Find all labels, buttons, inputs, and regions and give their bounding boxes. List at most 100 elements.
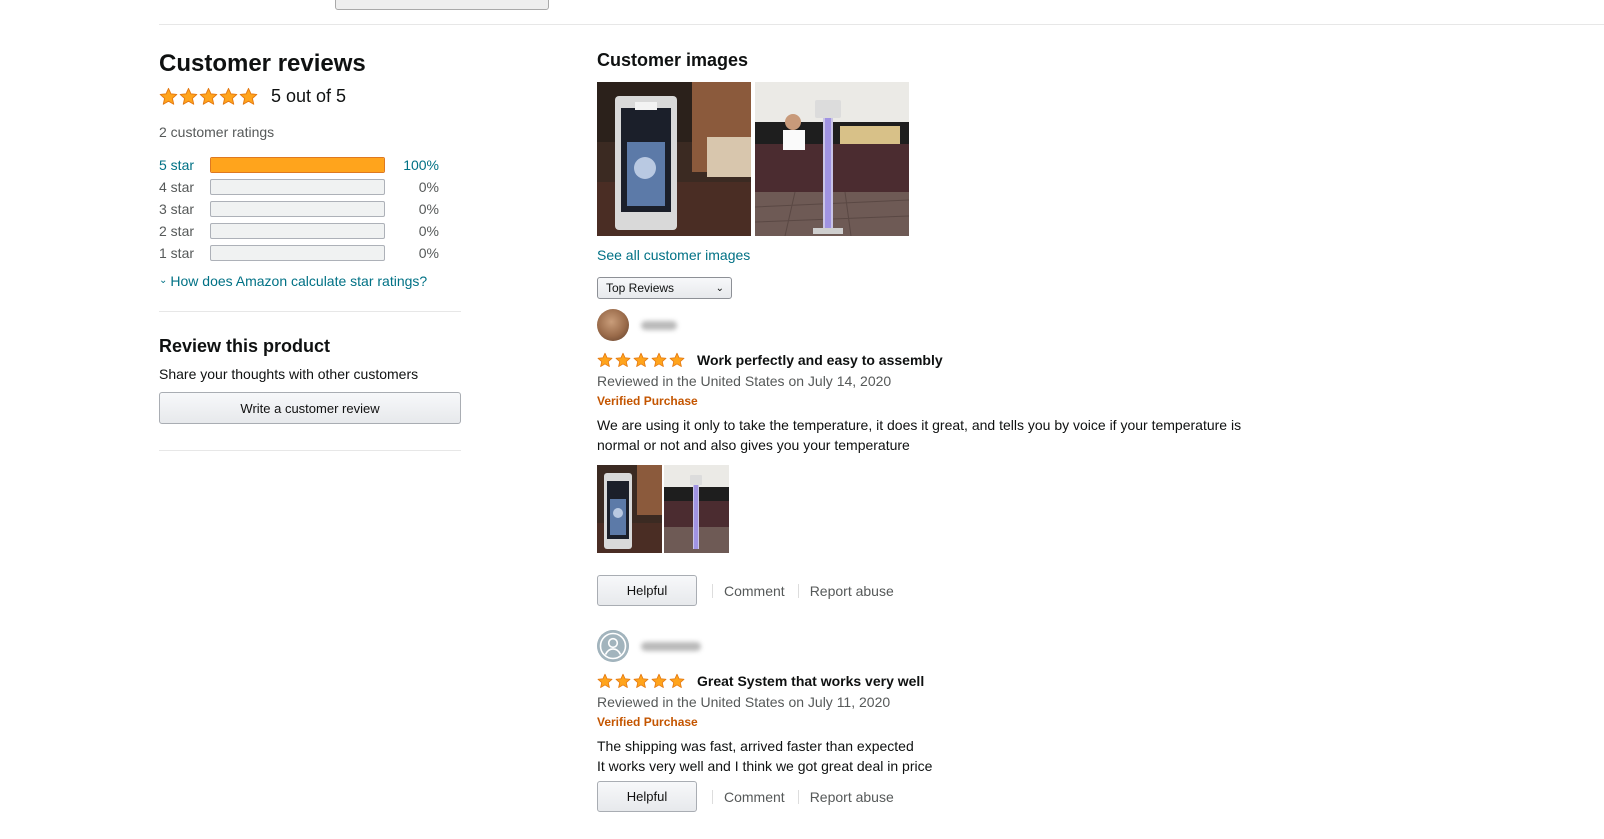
- review-this-product-heading: Review this product: [159, 336, 331, 356]
- review-item: Great System that works very well Review…: [597, 630, 1297, 812]
- review-date: Reviewed in the United States on July 11…: [597, 694, 891, 710]
- reviews-main: Customer images See all customer images …: [597, 48, 1297, 812]
- default-user-icon: [597, 630, 629, 662]
- histogram-label: 3 star: [159, 201, 195, 217]
- histogram-percent: 0%: [418, 201, 439, 217]
- review-image-kiosk-stand[interactable]: [664, 465, 729, 553]
- divider: [159, 450, 461, 451]
- rating-histogram: 5 star 100% 4 star 0% 3 star 0% 2 star 0…: [159, 154, 461, 264]
- star-icon: [651, 673, 667, 689]
- verified-purchase-badge: Verified Purchase: [597, 715, 698, 729]
- five-star-rating-icon: [597, 352, 687, 368]
- report-abuse-link[interactable]: Report abuse: [810, 789, 894, 805]
- histogram-label[interactable]: 5 star: [159, 157, 210, 173]
- histogram-percent: 0%: [418, 245, 439, 261]
- histogram-bar-fill: [211, 158, 384, 172]
- review-body-line: It works very well and I think we got gr…: [597, 758, 933, 774]
- star-icon: [633, 352, 649, 368]
- comment-link[interactable]: Comment: [724, 583, 785, 599]
- histogram-label: 4 star: [159, 179, 195, 195]
- review-actions: Helpful Comment Report abuse: [597, 575, 1297, 606]
- five-star-rating-icon[interactable]: [159, 87, 259, 106]
- divider: [159, 311, 461, 312]
- divider: [712, 789, 713, 804]
- chevron-down-icon: ⌄: [159, 274, 168, 286]
- avatar: [597, 630, 629, 662]
- histogram-bar[interactable]: [210, 157, 385, 173]
- histogram-row-5-star[interactable]: 5 star 100%: [159, 154, 461, 176]
- divider: [712, 583, 713, 598]
- reviewer-profile[interactable]: [597, 630, 1297, 662]
- verified-purchase-badge: Verified Purchase: [597, 394, 698, 408]
- review-title-line: Work perfectly and easy to assembly: [597, 350, 1297, 370]
- review-date: Reviewed in the United States on July 14…: [597, 373, 892, 389]
- customer-image-kiosk-stand[interactable]: [755, 82, 909, 236]
- review-title[interactable]: Great System that works very well: [697, 673, 924, 689]
- star-icon: [219, 87, 238, 106]
- how-ratings-calculated-link[interactable]: ⌄ How does Amazon calculate star ratings…: [159, 273, 461, 289]
- kiosk-tablet-photo: [597, 82, 751, 236]
- star-icon: [633, 673, 649, 689]
- kiosk-stand-photo: [755, 82, 909, 236]
- comment-link[interactable]: Comment: [724, 789, 785, 805]
- histogram-percent: 0%: [418, 179, 439, 195]
- histogram-label: 2 star: [159, 223, 195, 239]
- histogram-label: 1 star: [159, 245, 195, 261]
- review-body: We are using it only to take the tempera…: [597, 417, 1242, 453]
- star-icon: [239, 87, 258, 106]
- review-title-line: Great System that works very well: [597, 671, 1297, 691]
- see-all-images-link[interactable]: See all customer images: [597, 247, 1297, 267]
- review-actions: Helpful Comment Report abuse: [597, 781, 1297, 812]
- write-review-button[interactable]: Write a customer review: [159, 392, 461, 424]
- star-icon: [159, 87, 178, 106]
- histogram-percent[interactable]: 100%: [385, 157, 439, 173]
- overall-rating: 5 out of 5: [159, 82, 461, 110]
- section-divider: [159, 24, 1604, 25]
- overall-rating-text: 5 out of 5: [271, 85, 347, 106]
- star-icon: [179, 87, 198, 106]
- review-photo-stand: [664, 465, 729, 553]
- histogram-row-4-star: 4 star 0%: [159, 176, 461, 198]
- divider: [797, 583, 799, 598]
- review-body-line: The shipping was fast, arrived faster th…: [597, 738, 914, 754]
- avatar: [597, 309, 629, 341]
- histogram-bar: [210, 201, 385, 217]
- star-icon: [669, 673, 685, 689]
- chevron-down-icon: ⌄: [715, 282, 724, 294]
- star-icon: [669, 352, 685, 368]
- how-ratings-calculated-text[interactable]: How does Amazon calculate star ratings?: [170, 273, 427, 289]
- star-icon: [597, 352, 613, 368]
- histogram-percent: 0%: [418, 223, 439, 239]
- customer-images-heading: Customer images: [597, 50, 749, 70]
- review-photo-tablet: [597, 465, 662, 553]
- reviewer-name-blurred: [641, 320, 677, 330]
- truncated-top-button[interactable]: [335, 0, 549, 10]
- helpful-button[interactable]: Helpful: [597, 781, 697, 812]
- five-star-rating-icon: [597, 673, 687, 689]
- total-ratings-count: 2 customer ratings: [159, 124, 275, 140]
- histogram-bar: [210, 179, 385, 195]
- review-title[interactable]: Work perfectly and easy to assembly: [697, 352, 943, 368]
- reviewer-profile[interactable]: [597, 309, 1297, 341]
- helpful-button[interactable]: Helpful: [597, 575, 697, 606]
- reviews-summary: Customer reviews 5 out of 5 2 customer r…: [159, 48, 461, 451]
- histogram-row-2-star: 2 star 0%: [159, 220, 461, 242]
- customer-reviews-heading: Customer reviews: [159, 50, 366, 77]
- review-body: The shipping was fast, arrived faster th…: [597, 736, 1257, 776]
- share-thoughts-text: Share your thoughts with other customers: [159, 366, 419, 382]
- sort-reviews-dropdown[interactable]: Top Reviews ⌄: [597, 277, 732, 299]
- review-images: [597, 465, 1297, 553]
- histogram-bar: [210, 223, 385, 239]
- reviewer-name-blurred: [641, 641, 701, 651]
- histogram-bar: [210, 245, 385, 261]
- review-image-kiosk-tablet[interactable]: [597, 465, 662, 553]
- star-icon: [651, 352, 667, 368]
- star-icon: [615, 673, 631, 689]
- report-abuse-link[interactable]: Report abuse: [810, 583, 894, 599]
- sort-selected-value: Top Reviews: [606, 281, 675, 295]
- customer-images-row: [597, 82, 1297, 236]
- star-icon: [199, 87, 218, 106]
- histogram-row-1-star: 1 star 0%: [159, 242, 461, 264]
- customer-image-kiosk-tablet[interactable]: [597, 82, 751, 236]
- histogram-row-3-star: 3 star 0%: [159, 198, 461, 220]
